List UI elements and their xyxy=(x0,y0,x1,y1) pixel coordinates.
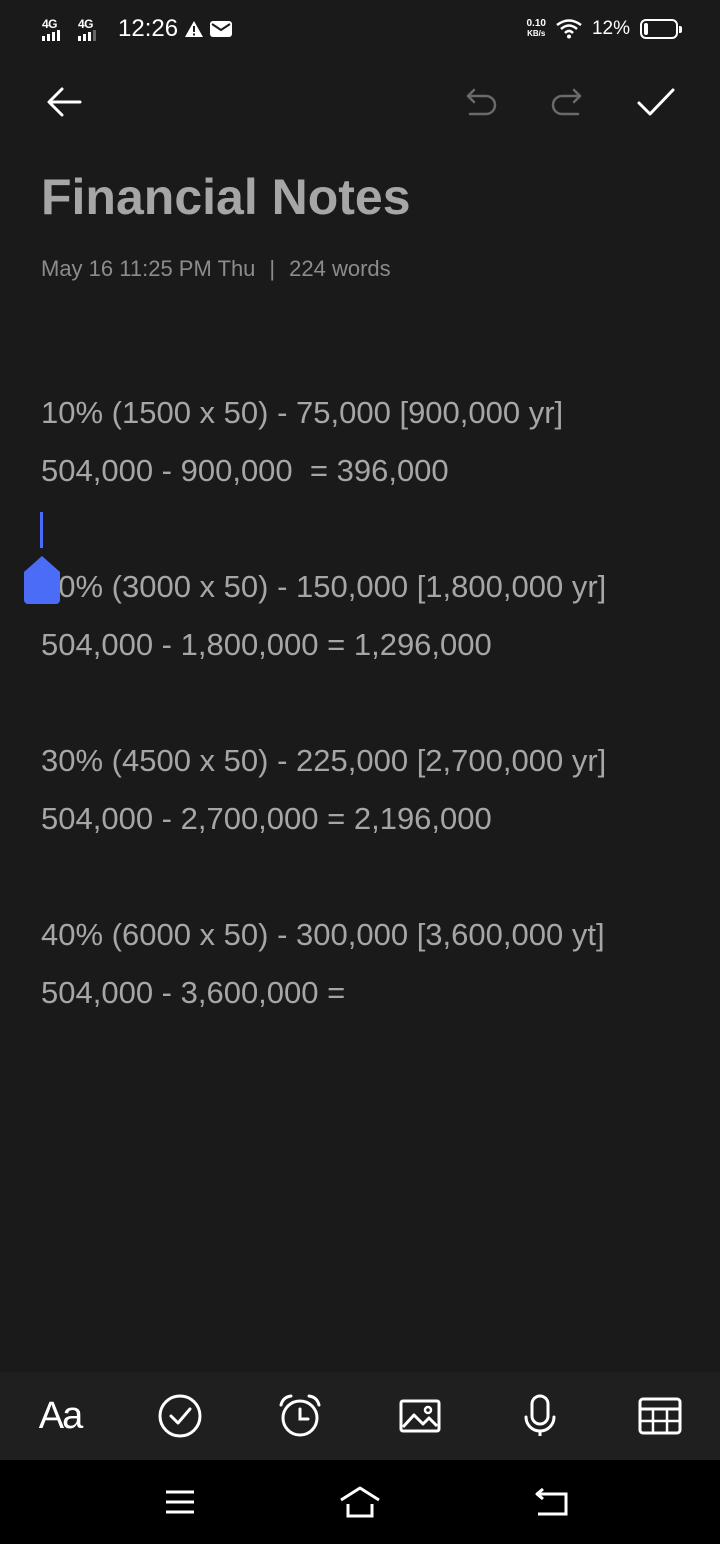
text-format-icon: Aa xyxy=(38,1394,84,1437)
note-line: 30% (4500 x 50) - 225,000 [2,700,000 yr] xyxy=(41,743,607,778)
cursor-handle-icon[interactable] xyxy=(24,556,60,604)
text-format-button[interactable]: Aa xyxy=(36,1392,84,1440)
note-date: May 16 11:25 PM Thu xyxy=(41,256,256,281)
note-line: 504,000 - 900,000 = 396,000 xyxy=(41,453,449,488)
menu-button[interactable] xyxy=(156,1480,204,1524)
checklist-button[interactable] xyxy=(156,1392,204,1440)
bottom-toolbar: Aa xyxy=(0,1372,720,1460)
signal-icon-2: 4G xyxy=(78,17,108,41)
menu-icon xyxy=(166,1490,194,1514)
wifi-icon xyxy=(556,19,582,39)
word-count: 224 words xyxy=(289,256,391,281)
network-type-label-2: 4G xyxy=(78,17,94,31)
microphone-icon xyxy=(524,1394,556,1436)
insert-image-button[interactable] xyxy=(396,1392,444,1440)
reminder-button[interactable] xyxy=(276,1392,324,1440)
voice-input-button[interactable] xyxy=(516,1392,564,1440)
table-icon xyxy=(638,1397,682,1435)
insert-table-button[interactable] xyxy=(636,1392,684,1440)
battery-level xyxy=(644,23,648,35)
checklist-icon xyxy=(158,1394,202,1438)
image-icon xyxy=(399,1399,441,1433)
text-cursor xyxy=(40,512,43,548)
signal-icon: 4G xyxy=(42,17,72,41)
arrow-left-icon xyxy=(47,87,82,117)
checkmark-icon xyxy=(637,88,675,116)
redo-button[interactable] xyxy=(546,80,590,124)
redo-icon xyxy=(551,88,582,116)
note-title[interactable]: Financial Notes xyxy=(41,168,411,226)
note-body[interactable]: 10% (1500 x 50) - 75,000 [900,000 yr] 504… xyxy=(41,390,691,1028)
home-icon xyxy=(340,1486,380,1518)
status-right: 0.10 KB/s 12% xyxy=(527,12,682,46)
network-type-label: 4G xyxy=(42,17,58,31)
note-line: 504,000 - 3,600,000 = xyxy=(41,975,346,1010)
home-button[interactable] xyxy=(336,1480,384,1524)
back-button[interactable] xyxy=(42,80,86,124)
note-line: 20% (3000 x 50) - 150,000 [1,800,000 yr] xyxy=(41,569,607,604)
battery-icon xyxy=(640,19,682,39)
mail-icon xyxy=(210,21,233,37)
note-line: 504,000 - 2,700,000 = 2,196,000 xyxy=(41,801,492,836)
note-line: 40% (6000 x 50) - 300,000 [3,600,000 yt] xyxy=(41,917,605,952)
undo-icon xyxy=(466,88,497,116)
battery-percent: 12% xyxy=(591,18,630,39)
status-bar: 4G 4G 12:26 0.10 KB/s 12% xyxy=(0,0,720,58)
done-button[interactable] xyxy=(634,80,678,124)
back-nav-button[interactable] xyxy=(526,1480,574,1524)
status-left: 4G 4G 12:26 xyxy=(42,12,233,46)
system-nav-bar xyxy=(0,1460,720,1544)
alarm-clock-icon xyxy=(279,1394,321,1437)
undo-button[interactable] xyxy=(458,80,502,124)
warning-icon xyxy=(185,21,204,37)
network-speed-value: 0.10 xyxy=(526,18,546,29)
editor-toolbar xyxy=(0,70,720,130)
note-line: 504,000 - 1,800,000 = 1,296,000 xyxy=(41,627,492,662)
note-meta: May 16 11:25 PM Thu | 224 words xyxy=(41,256,391,282)
note-line: 10% (1500 x 50) - 75,000 [900,000 yr] xyxy=(41,395,564,430)
network-speed-unit: KB/s xyxy=(527,29,546,38)
clock: 12:26 xyxy=(118,15,179,42)
network-speed: 0.10 KB/s xyxy=(527,19,546,39)
back-nav-icon xyxy=(535,1487,568,1516)
meta-separator: | xyxy=(269,256,276,281)
